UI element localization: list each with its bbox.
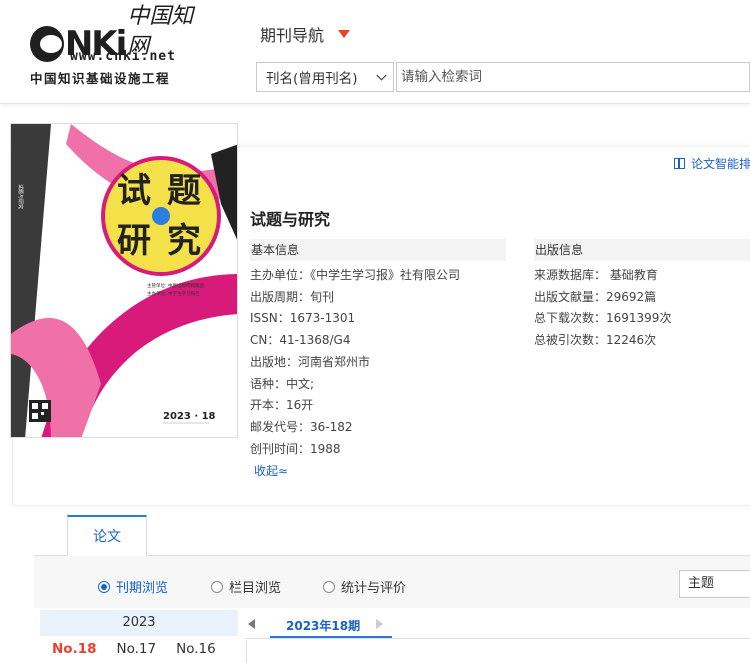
cover-title-char-2: 题 (167, 171, 201, 211)
info-article-count: 出版文献量：29692篇 (534, 289, 657, 304)
journal-nav-label: 期刊导航 (260, 26, 325, 45)
radio-dot (211, 580, 223, 593)
chevron-down-icon (376, 70, 387, 80)
issue-item[interactable]: No.16 (176, 641, 216, 657)
search-field-label: 刊名(曾用刊名) (266, 71, 358, 87)
info-language: 语种：中文; (250, 376, 315, 391)
info-location: 出版地：河南省郑州市 (250, 354, 371, 369)
basic-info-heading: 基本信息 (250, 239, 506, 261)
info-issn: ISSN：1673-1301 (250, 311, 356, 326)
search-bar: 刊名(曾用刊名) (256, 62, 750, 92)
smart-sort-label: 论文智能排序 (691, 157, 750, 171)
radio-dot (323, 580, 335, 593)
panel-divider (246, 640, 247, 663)
radio-label: 统计与评价 (341, 581, 407, 596)
cover-title-char-1: 试 (117, 171, 151, 211)
site-header: NKi 中国知网 www.cnki.net 中国知识基础设施工程 期刊导航 刊名… (0, 0, 750, 104)
radio-dot (98, 580, 110, 593)
search-input[interactable] (396, 62, 750, 92)
year-selector[interactable]: 2023 (40, 610, 238, 636)
cnki-logo[interactable]: NKi 中国知网 www.cnki.net 中国知识基础设施工程 (30, 4, 210, 88)
cover-artwork: 试 题 研 究 主管单位: 中原出版传媒集团 主办单位: 中学生学习报社 202… (11, 124, 237, 437)
cover-publisher-2: 主办单位: 中学生学习报社 (147, 290, 200, 297)
info-sponsor: 主办单位：《中学生学习报》社有限公司 (250, 268, 461, 282)
cover-side-text: 试题与研究 (17, 184, 24, 209)
info-frequency: 出版周期：旬刊 (250, 289, 335, 304)
logo-subtitle: 中国知识基础设施工程 (30, 71, 171, 86)
next-arrow-icon[interactable] (376, 619, 383, 629)
prev-arrow-icon[interactable] (248, 619, 255, 629)
cover-title-char-4: 究 (167, 221, 201, 261)
radio-column-browse[interactable]: 栏目浏览 (211, 577, 281, 596)
radio-label: 刊期浏览 (116, 581, 169, 596)
info-source-db: 来源数据库： 基础教育 (534, 268, 658, 282)
logo-c-icon (30, 26, 64, 62)
period-underline (270, 636, 392, 638)
smart-sort-link[interactable]: 论文智能排序 (674, 155, 750, 172)
sort-grid-icon (674, 158, 685, 169)
info-format: 开本：16开 (250, 398, 314, 413)
tab-articles[interactable]: 论文 (67, 515, 147, 556)
issue-item[interactable]: No.17 (117, 641, 157, 657)
logo-url: www.cnki.net (70, 49, 176, 64)
info-downloads: 总下载次数：1691399次 (534, 311, 672, 326)
issue-list: No.18 No.17 No.16 (52, 641, 236, 657)
info-postal-code: 邮发代号：36-182 (250, 419, 353, 434)
publish-info-heading: 出版信息 (534, 239, 750, 261)
search-field-select[interactable]: 刊名(曾用刊名) (256, 62, 394, 92)
cover-issue: 2023 · 18 (163, 411, 216, 422)
subject-select[interactable]: 主题 (679, 570, 750, 598)
cover-publisher-1: 主管单位: 中原出版传媒集团 (147, 282, 204, 289)
basic-info-list: 主办单位：《中学生学习报》社有限公司 出版周期：旬刊 ISSN：1673-130… (250, 265, 460, 460)
radio-label: 栏目浏览 (229, 581, 282, 596)
radio-stats-eval[interactable]: 统计与评价 (323, 577, 406, 596)
journal-cover-image: 试 题 研 究 主管单位: 中原出版传媒集团 主办单位: 中学生学习报社 202… (10, 123, 238, 438)
info-founded: 创刊时间：1988 (250, 441, 341, 456)
issue-item-active[interactable]: No.18 (52, 641, 97, 657)
info-cn: CN：41-1368/G4 (250, 333, 351, 348)
info-citations: 总被引次数：12246次 (534, 333, 657, 348)
period-label: 2023年18期 (286, 619, 361, 633)
journal-title: 试题与研究 (250, 210, 331, 229)
caret-down-icon (338, 30, 351, 38)
collapse-link[interactable]: 收起≈ (254, 462, 288, 479)
radio-issue-browse[interactable]: 刊期浏览 (98, 577, 168, 596)
cover-title-char-3: 研 (117, 221, 151, 261)
journal-nav-menu[interactable]: 期刊导航 (260, 22, 351, 46)
publish-info-list: 来源数据库： 基础教育 出版文献量：29692篇 总下载次数：1691399次 … (534, 265, 671, 352)
